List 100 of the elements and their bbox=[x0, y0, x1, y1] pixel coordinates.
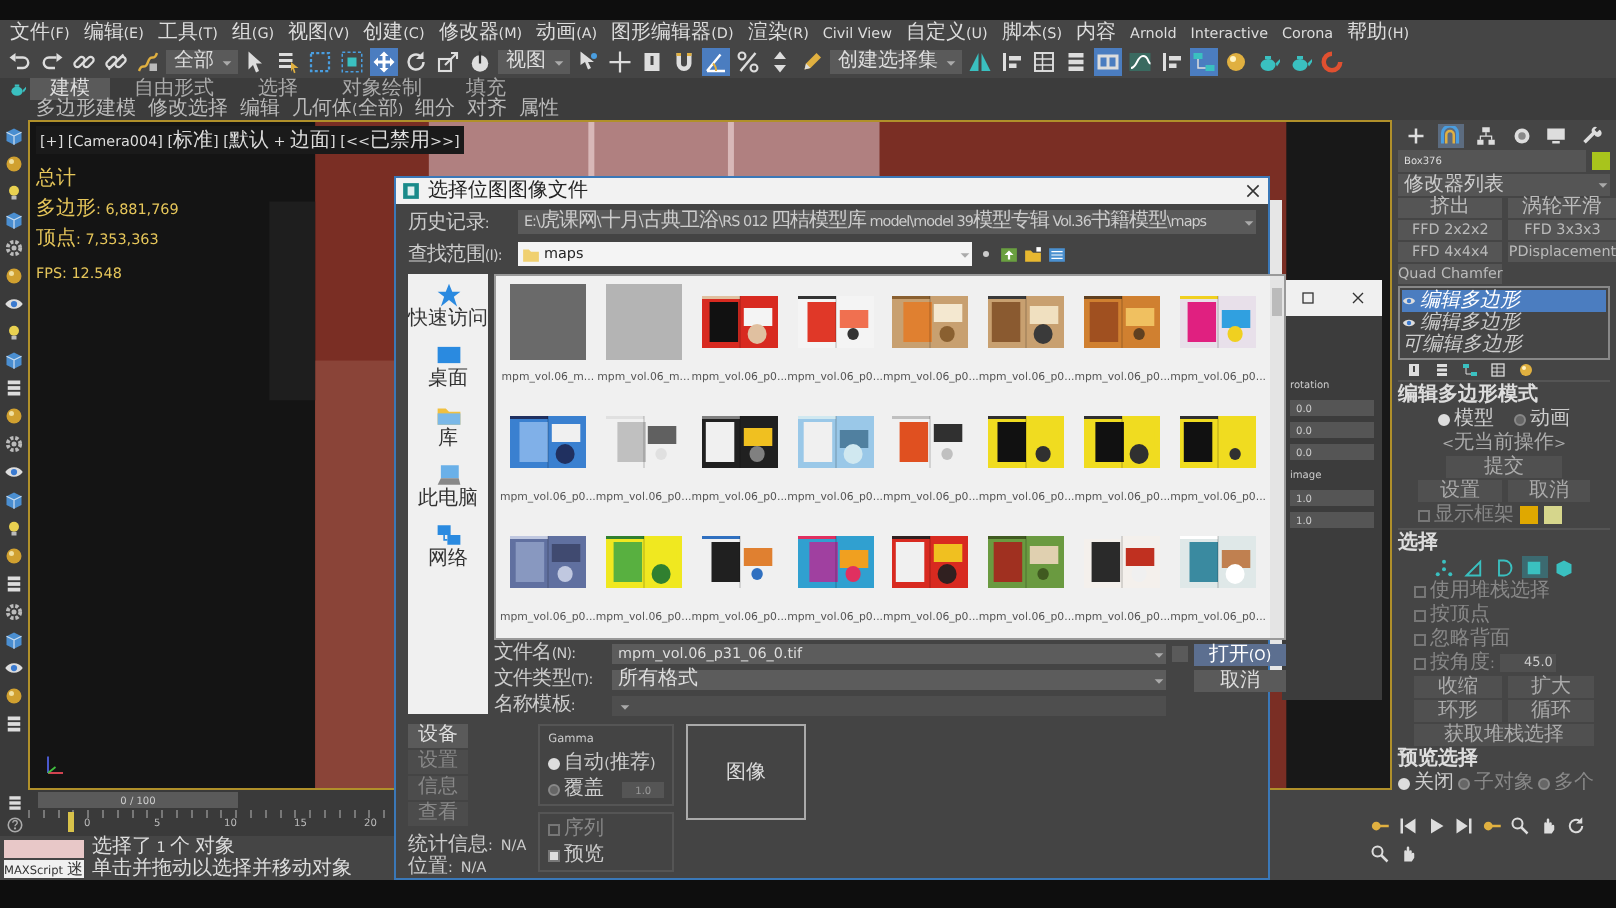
cube-icon[interactable] bbox=[4, 490, 24, 510]
list-icon[interactable] bbox=[276, 50, 300, 74]
ribbon-tab[interactable]: 填充 bbox=[446, 78, 526, 100]
window-select-icon[interactable] bbox=[340, 50, 364, 74]
settings-button[interactable]: 设置 bbox=[1418, 480, 1501, 502]
table-icon[interactable] bbox=[1032, 50, 1056, 74]
dropdown[interactable]: 创建选择集 bbox=[830, 50, 962, 74]
magnifier-icon[interactable] bbox=[1510, 815, 1530, 835]
move-icon[interactable] bbox=[372, 50, 396, 74]
dashed-square-icon[interactable] bbox=[308, 50, 332, 74]
selection-button[interactable]: 扩大 bbox=[1507, 676, 1594, 698]
stack-item[interactable]: 编辑多边形 bbox=[1402, 312, 1606, 334]
side-button[interactable]: 设备 bbox=[408, 724, 468, 748]
scrollbar[interactable] bbox=[1270, 276, 1284, 638]
sphere-icon[interactable] bbox=[4, 546, 24, 566]
ribbon-tab[interactable]: 对象绘制 bbox=[322, 78, 442, 100]
radio-option[interactable]: 模型 bbox=[1438, 408, 1494, 430]
help-icon[interactable] bbox=[5, 816, 23, 834]
stack-item[interactable]: 可编辑多边形 bbox=[1402, 334, 1606, 356]
hierarchy-icon[interactable] bbox=[1476, 126, 1497, 146]
maximize-icon[interactable] bbox=[1299, 290, 1315, 306]
polygon-icon[interactable] bbox=[1524, 557, 1544, 577]
sphere-icon[interactable] bbox=[4, 406, 24, 426]
selection-button[interactable]: 环形 bbox=[1414, 700, 1501, 722]
previous-icon[interactable] bbox=[1398, 815, 1418, 835]
ribbon-item[interactable]: 细分 bbox=[415, 100, 456, 120]
get-stack-button[interactable]: 获取堆栈选择 bbox=[1414, 724, 1594, 746]
ribbon-tab[interactable]: 自由形式 bbox=[114, 78, 234, 100]
teapot-icon[interactable] bbox=[8, 80, 26, 98]
back-icon[interactable] bbox=[978, 246, 994, 262]
monitor-icon[interactable] bbox=[1546, 126, 1567, 146]
render-icon[interactable] bbox=[1320, 50, 1344, 74]
menu-item[interactable]: 内容 bbox=[1076, 21, 1117, 45]
place-item[interactable]: 此电脑 bbox=[418, 462, 478, 510]
next-icon[interactable] bbox=[1454, 815, 1474, 835]
modify-icon[interactable] bbox=[1440, 126, 1461, 146]
cube-icon[interactable] bbox=[4, 126, 24, 146]
material-icon[interactable] bbox=[1518, 362, 1534, 378]
modifier-button[interactable]: 挤出 bbox=[1398, 198, 1503, 218]
layers-icon[interactable] bbox=[4, 714, 24, 734]
motion-icon[interactable] bbox=[1511, 126, 1532, 146]
schematic-icon[interactable] bbox=[1462, 362, 1478, 378]
selection-button[interactable]: 循环 bbox=[1507, 700, 1594, 722]
ribbon-item[interactable]: 属性 bbox=[519, 100, 560, 120]
place-item[interactable]: 库 bbox=[435, 402, 461, 450]
ribbon-item[interactable]: 编辑 bbox=[240, 100, 280, 120]
radio-option[interactable]: 覆盖 bbox=[548, 778, 605, 800]
crosshair-icon[interactable] bbox=[608, 50, 632, 74]
magnet-icon[interactable] bbox=[672, 50, 696, 74]
rotate-icon[interactable] bbox=[404, 50, 428, 74]
align-icon[interactable] bbox=[1160, 50, 1184, 74]
sphere-icon[interactable] bbox=[4, 686, 24, 706]
pan-icon[interactable] bbox=[1398, 843, 1418, 863]
rollout-title[interactable]: 编辑多边形模式 bbox=[1398, 384, 1610, 406]
eye-icon[interactable] bbox=[4, 294, 24, 314]
border-icon[interactable] bbox=[1494, 557, 1514, 577]
teapot-icon[interactable] bbox=[1288, 50, 1312, 74]
close-icon[interactable] bbox=[1349, 290, 1365, 306]
layers-icon[interactable] bbox=[4, 378, 24, 398]
pan-icon[interactable] bbox=[1538, 815, 1558, 835]
rollout-title[interactable]: 选择 bbox=[1398, 532, 1610, 554]
up-folder-icon[interactable] bbox=[1000, 245, 1018, 263]
cursor-icon[interactable] bbox=[244, 50, 268, 74]
layers-icon[interactable] bbox=[1064, 50, 1088, 74]
curve-editor-icon[interactable] bbox=[1128, 50, 1152, 74]
spinner-icon[interactable] bbox=[768, 50, 792, 74]
close-icon[interactable] bbox=[1244, 182, 1262, 200]
gear-icon[interactable] bbox=[4, 238, 24, 258]
color-swatch[interactable] bbox=[1592, 152, 1610, 170]
wrench-icon[interactable] bbox=[1582, 126, 1603, 146]
selection-button[interactable]: 收缩 bbox=[1414, 676, 1501, 698]
ribbon-item[interactable]: 多边形建模 bbox=[36, 100, 136, 120]
unlink-icon[interactable] bbox=[104, 50, 128, 74]
gear-icon[interactable] bbox=[4, 602, 24, 622]
view-menu-icon[interactable] bbox=[1048, 245, 1066, 263]
sphere-icon[interactable] bbox=[4, 154, 24, 174]
eye-icon[interactable] bbox=[4, 658, 24, 678]
commit-button[interactable]: 提交 bbox=[1446, 456, 1562, 478]
color-swatch[interactable] bbox=[1520, 506, 1538, 524]
element-icon[interactable] bbox=[1554, 557, 1574, 577]
place-item[interactable]: 桌面 bbox=[428, 342, 468, 390]
pin-icon[interactable] bbox=[640, 50, 664, 74]
magnifier-icon[interactable] bbox=[1370, 843, 1390, 863]
scale-icon[interactable] bbox=[436, 50, 460, 74]
ribbon-icon[interactable] bbox=[1096, 50, 1120, 74]
file-type-dropdown[interactable]: 所有格式 bbox=[612, 670, 1166, 690]
light-icon[interactable] bbox=[4, 182, 24, 202]
percent-icon[interactable] bbox=[736, 50, 760, 74]
place-item[interactable]: 网络 bbox=[428, 522, 468, 570]
pin-icon[interactable] bbox=[1406, 362, 1422, 378]
bind-icon[interactable] bbox=[136, 50, 160, 74]
place-item[interactable]: 快速访问 bbox=[408, 282, 488, 330]
angle-snap-icon[interactable] bbox=[704, 50, 728, 74]
script-input[interactable] bbox=[4, 839, 84, 857]
undo-icon[interactable] bbox=[8, 50, 32, 74]
play-icon[interactable] bbox=[1426, 815, 1446, 835]
light-icon[interactable] bbox=[4, 518, 24, 538]
pencil-icon[interactable] bbox=[800, 50, 824, 74]
cube-icon[interactable] bbox=[4, 210, 24, 230]
ribbon-item[interactable]: 对齐 bbox=[467, 100, 508, 120]
